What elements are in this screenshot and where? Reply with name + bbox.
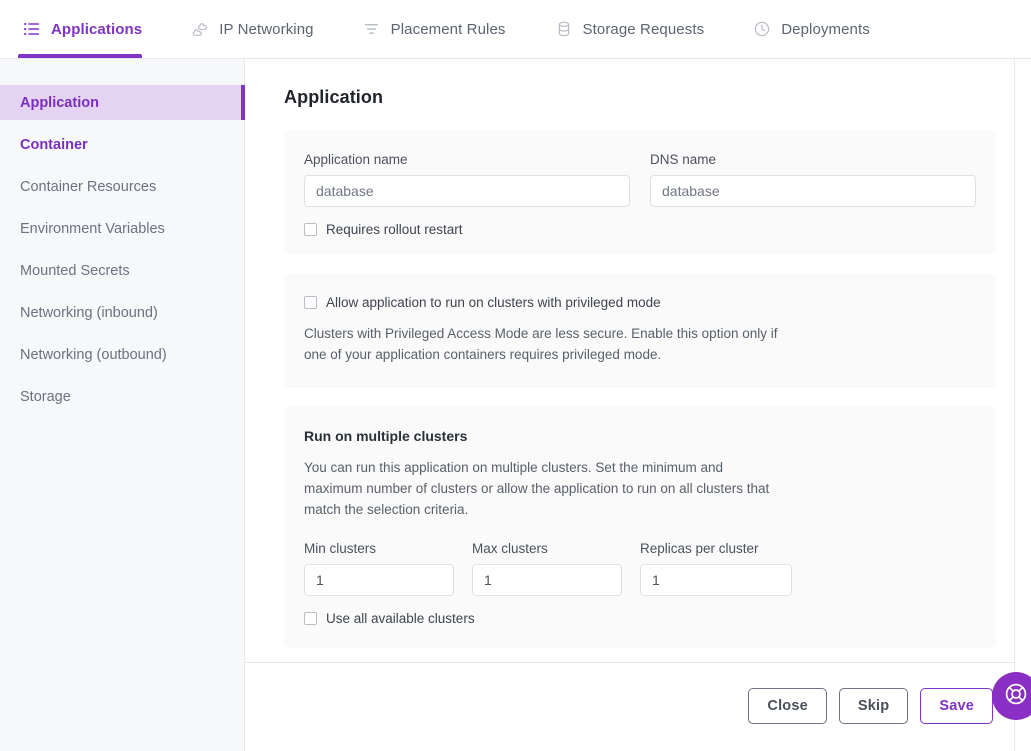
application-identity-card: Application name DNS name Requires rollo… <box>284 130 996 255</box>
sidebar-item-label: Application <box>20 94 99 111</box>
application-name-label: Application name <box>304 152 408 167</box>
sidebar-item-container-resources[interactable]: Container Resources <box>0 169 244 204</box>
screen-body: Application Container Container Resource… <box>0 59 1031 751</box>
sidebar-item-label: Environment Variables <box>20 220 165 237</box>
filter-icon <box>362 19 382 39</box>
use-all-clusters-row: Use all available clusters <box>304 611 976 626</box>
sidebar-item-storage[interactable]: Storage <box>0 379 244 414</box>
replicas-per-cluster-field-group: Replicas per cluster <box>640 541 792 596</box>
dns-name-input[interactable] <box>650 175 976 207</box>
tab-ip-networking[interactable]: IP Networking <box>186 0 335 58</box>
settings-sidebar: Application Container Container Resource… <box>0 59 245 751</box>
tab-label: Placement Rules <box>390 20 506 38</box>
form-scroll-region[interactable]: Application Application name DNS name <box>245 59 1031 662</box>
min-clusters-input[interactable] <box>304 563 454 596</box>
sidebar-item-label: Networking (inbound) <box>20 304 158 321</box>
content-area: Application Application name DNS name <box>245 59 1031 751</box>
application-name-field-group: Application name <box>304 152 630 207</box>
tab-deployments[interactable]: Deployments <box>748 0 892 58</box>
multi-cluster-heading: Run on multiple clusters <box>304 427 468 444</box>
tab-label: Deployments <box>781 20 870 38</box>
tab-storage-requests[interactable]: Storage Requests <box>550 0 727 58</box>
sidebar-item-networking-outbound[interactable]: Networking (outbound) <box>0 337 244 372</box>
form-footer: Close Skip Save <box>245 662 1031 751</box>
right-gutter <box>1015 118 1031 751</box>
list-icon <box>22 19 42 39</box>
close-button[interactable]: Close <box>748 688 827 724</box>
privileged-mode-checkbox[interactable] <box>304 296 317 309</box>
database-icon <box>554 19 574 39</box>
page-title: Application <box>284 87 384 107</box>
name-fields-row: Application name DNS name <box>304 152 976 207</box>
privileged-mode-help-text: Clusters with Privileged Access Mode are… <box>304 326 778 363</box>
sidebar-item-networking-inbound[interactable]: Networking (inbound) <box>0 295 244 330</box>
dns-name-label: DNS name <box>650 152 717 167</box>
min-clusters-label: Min clusters <box>304 540 377 556</box>
sidebar-item-label: Storage <box>20 388 71 405</box>
rollout-restart-row: Requires rollout restart <box>304 222 976 237</box>
privileged-mode-label[interactable]: Allow application to run on clusters wit… <box>326 295 661 310</box>
sidebar-item-environment-variables[interactable]: Environment Variables <box>0 211 244 246</box>
sidebar-item-label: Mounted Secrets <box>20 262 130 279</box>
rollout-restart-label[interactable]: Requires rollout restart <box>326 222 463 237</box>
tab-label: Storage Requests <box>582 20 705 38</box>
application-configuration-screen: Applications IP Networking Placement Rul… <box>0 0 1031 751</box>
cluster-count-row: Min clusters Max clusters Replicas per c… <box>304 541 976 596</box>
sidebar-item-container[interactable]: Container <box>0 127 244 162</box>
use-all-clusters-label[interactable]: Use all available clusters <box>326 611 475 626</box>
tab-placement-rules[interactable]: Placement Rules <box>358 0 528 58</box>
sidebar-item-application[interactable]: Application <box>0 85 245 120</box>
tab-label: IP Networking <box>219 20 314 38</box>
rollout-restart-checkbox[interactable] <box>304 223 317 236</box>
privileged-mode-row: Allow application to run on clusters wit… <box>304 295 976 310</box>
clock-icon <box>752 19 772 39</box>
sidebar-item-label: Networking (outbound) <box>20 346 167 363</box>
max-clusters-field-group: Max clusters <box>472 541 622 596</box>
max-clusters-input[interactable] <box>472 563 622 596</box>
lifebuoy-icon <box>1003 681 1029 712</box>
replicas-per-cluster-input[interactable] <box>640 563 792 596</box>
use-all-clusters-checkbox[interactable] <box>304 611 317 625</box>
tab-applications[interactable]: Applications <box>18 0 164 58</box>
application-name-input[interactable] <box>304 175 630 207</box>
min-clusters-field-group: Min clusters <box>304 541 454 596</box>
sidebar-item-label: Container Resources <box>20 178 157 195</box>
network-nodes-icon <box>190 19 210 39</box>
replicas-per-cluster-label: Replicas per cluster <box>640 540 759 556</box>
sidebar-item-mounted-secrets[interactable]: Mounted Secrets <box>0 253 244 288</box>
save-button[interactable]: Save <box>920 688 993 724</box>
multi-cluster-help-text: You can run this application on multiple… <box>304 459 770 518</box>
primary-tab-bar: Applications IP Networking Placement Rul… <box>0 0 1031 59</box>
dns-name-field-group: DNS name <box>650 152 976 207</box>
multi-cluster-card: Run on multiple clusters You can run thi… <box>284 405 996 648</box>
skip-button[interactable]: Skip <box>838 688 909 724</box>
privileged-mode-card: Allow application to run on clusters wit… <box>284 273 996 388</box>
tab-label: Applications <box>51 20 143 38</box>
sidebar-item-label: Container <box>20 136 88 153</box>
max-clusters-label: Max clusters <box>472 540 548 556</box>
